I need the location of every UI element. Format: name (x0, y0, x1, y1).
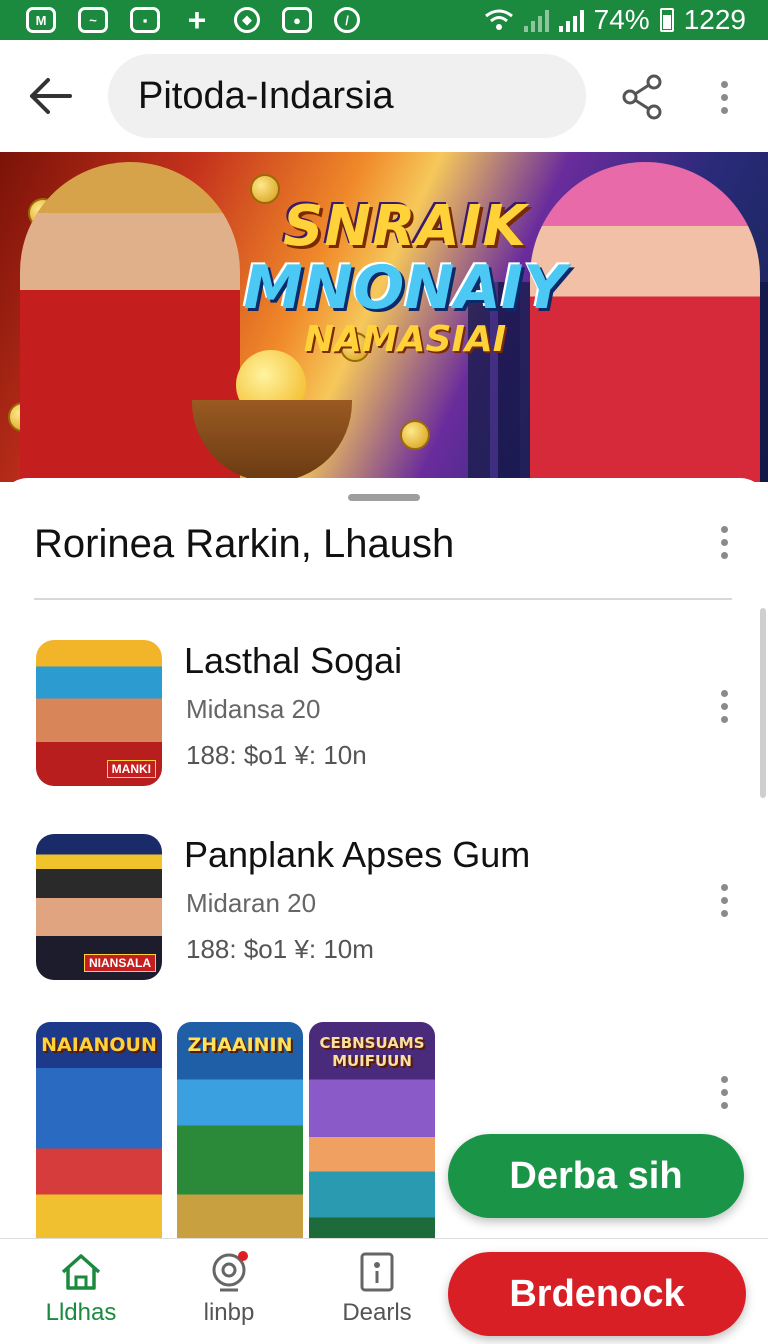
screenshots-more-button[interactable] (704, 1072, 744, 1112)
banner-line-3: NAMASIAI (303, 319, 507, 360)
dot (720, 93, 728, 101)
battery-icon (659, 8, 674, 32)
app-subtitle: Midansa 20 (186, 694, 321, 724)
shield-icon: ◆ (234, 7, 260, 33)
app-meta: 188: $o1 ¥: 10m (186, 934, 374, 964)
nav-item-home[interactable]: Lldhas (26, 1251, 136, 1335)
dot (720, 883, 728, 891)
secondary-action-button[interactable]: Brdenock (448, 1252, 746, 1336)
wifi-icon (484, 9, 513, 30)
nav-label: linbp (203, 1299, 255, 1326)
app-thumbnail: NIANSALA (36, 834, 162, 980)
dot (720, 1088, 728, 1096)
primary-action-button[interactable]: Derba sih (448, 1134, 744, 1218)
section-more-button[interactable] (704, 522, 744, 562)
divider (34, 598, 732, 600)
dot (720, 896, 728, 904)
screenshot-carousel[interactable]: NAIANOUN ZHAAININ CEBNSUAMS MUIFUUN (36, 1022, 436, 1252)
app-subtitle: Midaran 20 (186, 888, 317, 918)
section-title: Rorinea Rarkin, Lhaush (34, 522, 455, 566)
dot (720, 551, 728, 559)
link-icon: ~ (78, 7, 108, 33)
signal-icon-2 (558, 8, 584, 32)
list-item[interactable]: NIANSALA Panplank Apses Gum Midaran 20 1… (0, 834, 768, 994)
list-item[interactable]: MANKI Lasthal Sogai Midansa 20 188: $o1 … (0, 640, 768, 800)
share-icon (622, 74, 662, 120)
camera-icon (206, 1251, 252, 1293)
screenshot-thumbnail[interactable]: CEBNSUAMS MUIFUUN (309, 1022, 435, 1252)
dot (720, 80, 728, 88)
item-more-button[interactable] (704, 686, 744, 726)
dot (720, 525, 728, 533)
record-icon: ● (282, 7, 312, 33)
overflow-menu-button[interactable] (704, 72, 744, 122)
app-bar: Pitoda-Indarsia (0, 40, 768, 152)
dot (720, 106, 728, 114)
home-icon (58, 1251, 104, 1293)
back-button[interactable] (22, 68, 78, 124)
system-status: 74% 1229 (484, 4, 746, 36)
notification-icons: M ~ ▪ + ◆ ● / (26, 1, 360, 38)
app-meta: 188: $o1 ¥: 10n (186, 740, 367, 770)
search-title-field[interactable]: Pitoda-Indarsia (108, 54, 586, 138)
dot (720, 1075, 728, 1083)
banner-logo: SNRAIK MNONAIY NAMASIAI (240, 194, 570, 360)
item-more-button[interactable] (704, 880, 744, 920)
share-button[interactable] (618, 72, 668, 122)
banner-line-1: SNRAIK (283, 194, 527, 259)
notification-badge (238, 1251, 248, 1261)
arrow-left-icon (30, 78, 72, 114)
compass-icon: / (334, 7, 360, 33)
app-name: Panplank Apses Gum (184, 834, 531, 875)
screenshot-thumbnail[interactable]: ZHAAININ (177, 1022, 303, 1252)
thumbnail-tag: NIANSALA (84, 954, 156, 972)
screenshot-thumbnail[interactable]: NAIANOUN (36, 1022, 162, 1252)
screenshot-label: CEBNSUAMS MUIFUUN (319, 1034, 425, 1070)
promo-banner[interactable]: SNRAIK MNONAIY NAMASIAI (0, 152, 768, 482)
status-bar: M ~ ▪ + ◆ ● / 74% 1229 (0, 0, 768, 40)
dot (720, 702, 728, 710)
app-thumbnail: MANKI (36, 640, 162, 786)
dot (720, 909, 728, 917)
dot (720, 715, 728, 723)
page-title: Pitoda-Indarsia (138, 74, 394, 117)
results-sheet: Rorinea Rarkin, Lhaush MANKI Lasthal Sog… (0, 478, 768, 1252)
nav-item-deals[interactable]: Dearls (322, 1251, 432, 1335)
square-icon: ▪ (130, 7, 160, 33)
dot (720, 538, 728, 546)
battery-percent: 74% (593, 4, 650, 35)
dot (720, 1101, 728, 1109)
app-name: Lasthal Sogai (184, 640, 403, 681)
banner-line-2: MNONAIY (243, 253, 567, 323)
clock: 1229 (683, 4, 746, 35)
thumbnail-tag: MANKI (106, 760, 156, 778)
coin-art (400, 420, 430, 450)
signal-icon (523, 8, 549, 32)
message-icon: M (26, 7, 56, 33)
nav-label: Lldhas (45, 1299, 117, 1326)
dot (720, 689, 728, 697)
screenshot-label: NAIANOUN (41, 1034, 157, 1056)
nav-label: Dearls (342, 1299, 412, 1326)
nav-item-camera[interactable]: linbp (174, 1251, 284, 1335)
plus-icon: + (187, 1, 207, 38)
sheet-drag-handle[interactable] (348, 494, 420, 501)
screenshot-label: ZHAAININ (187, 1034, 293, 1056)
info-card-icon (354, 1251, 400, 1293)
